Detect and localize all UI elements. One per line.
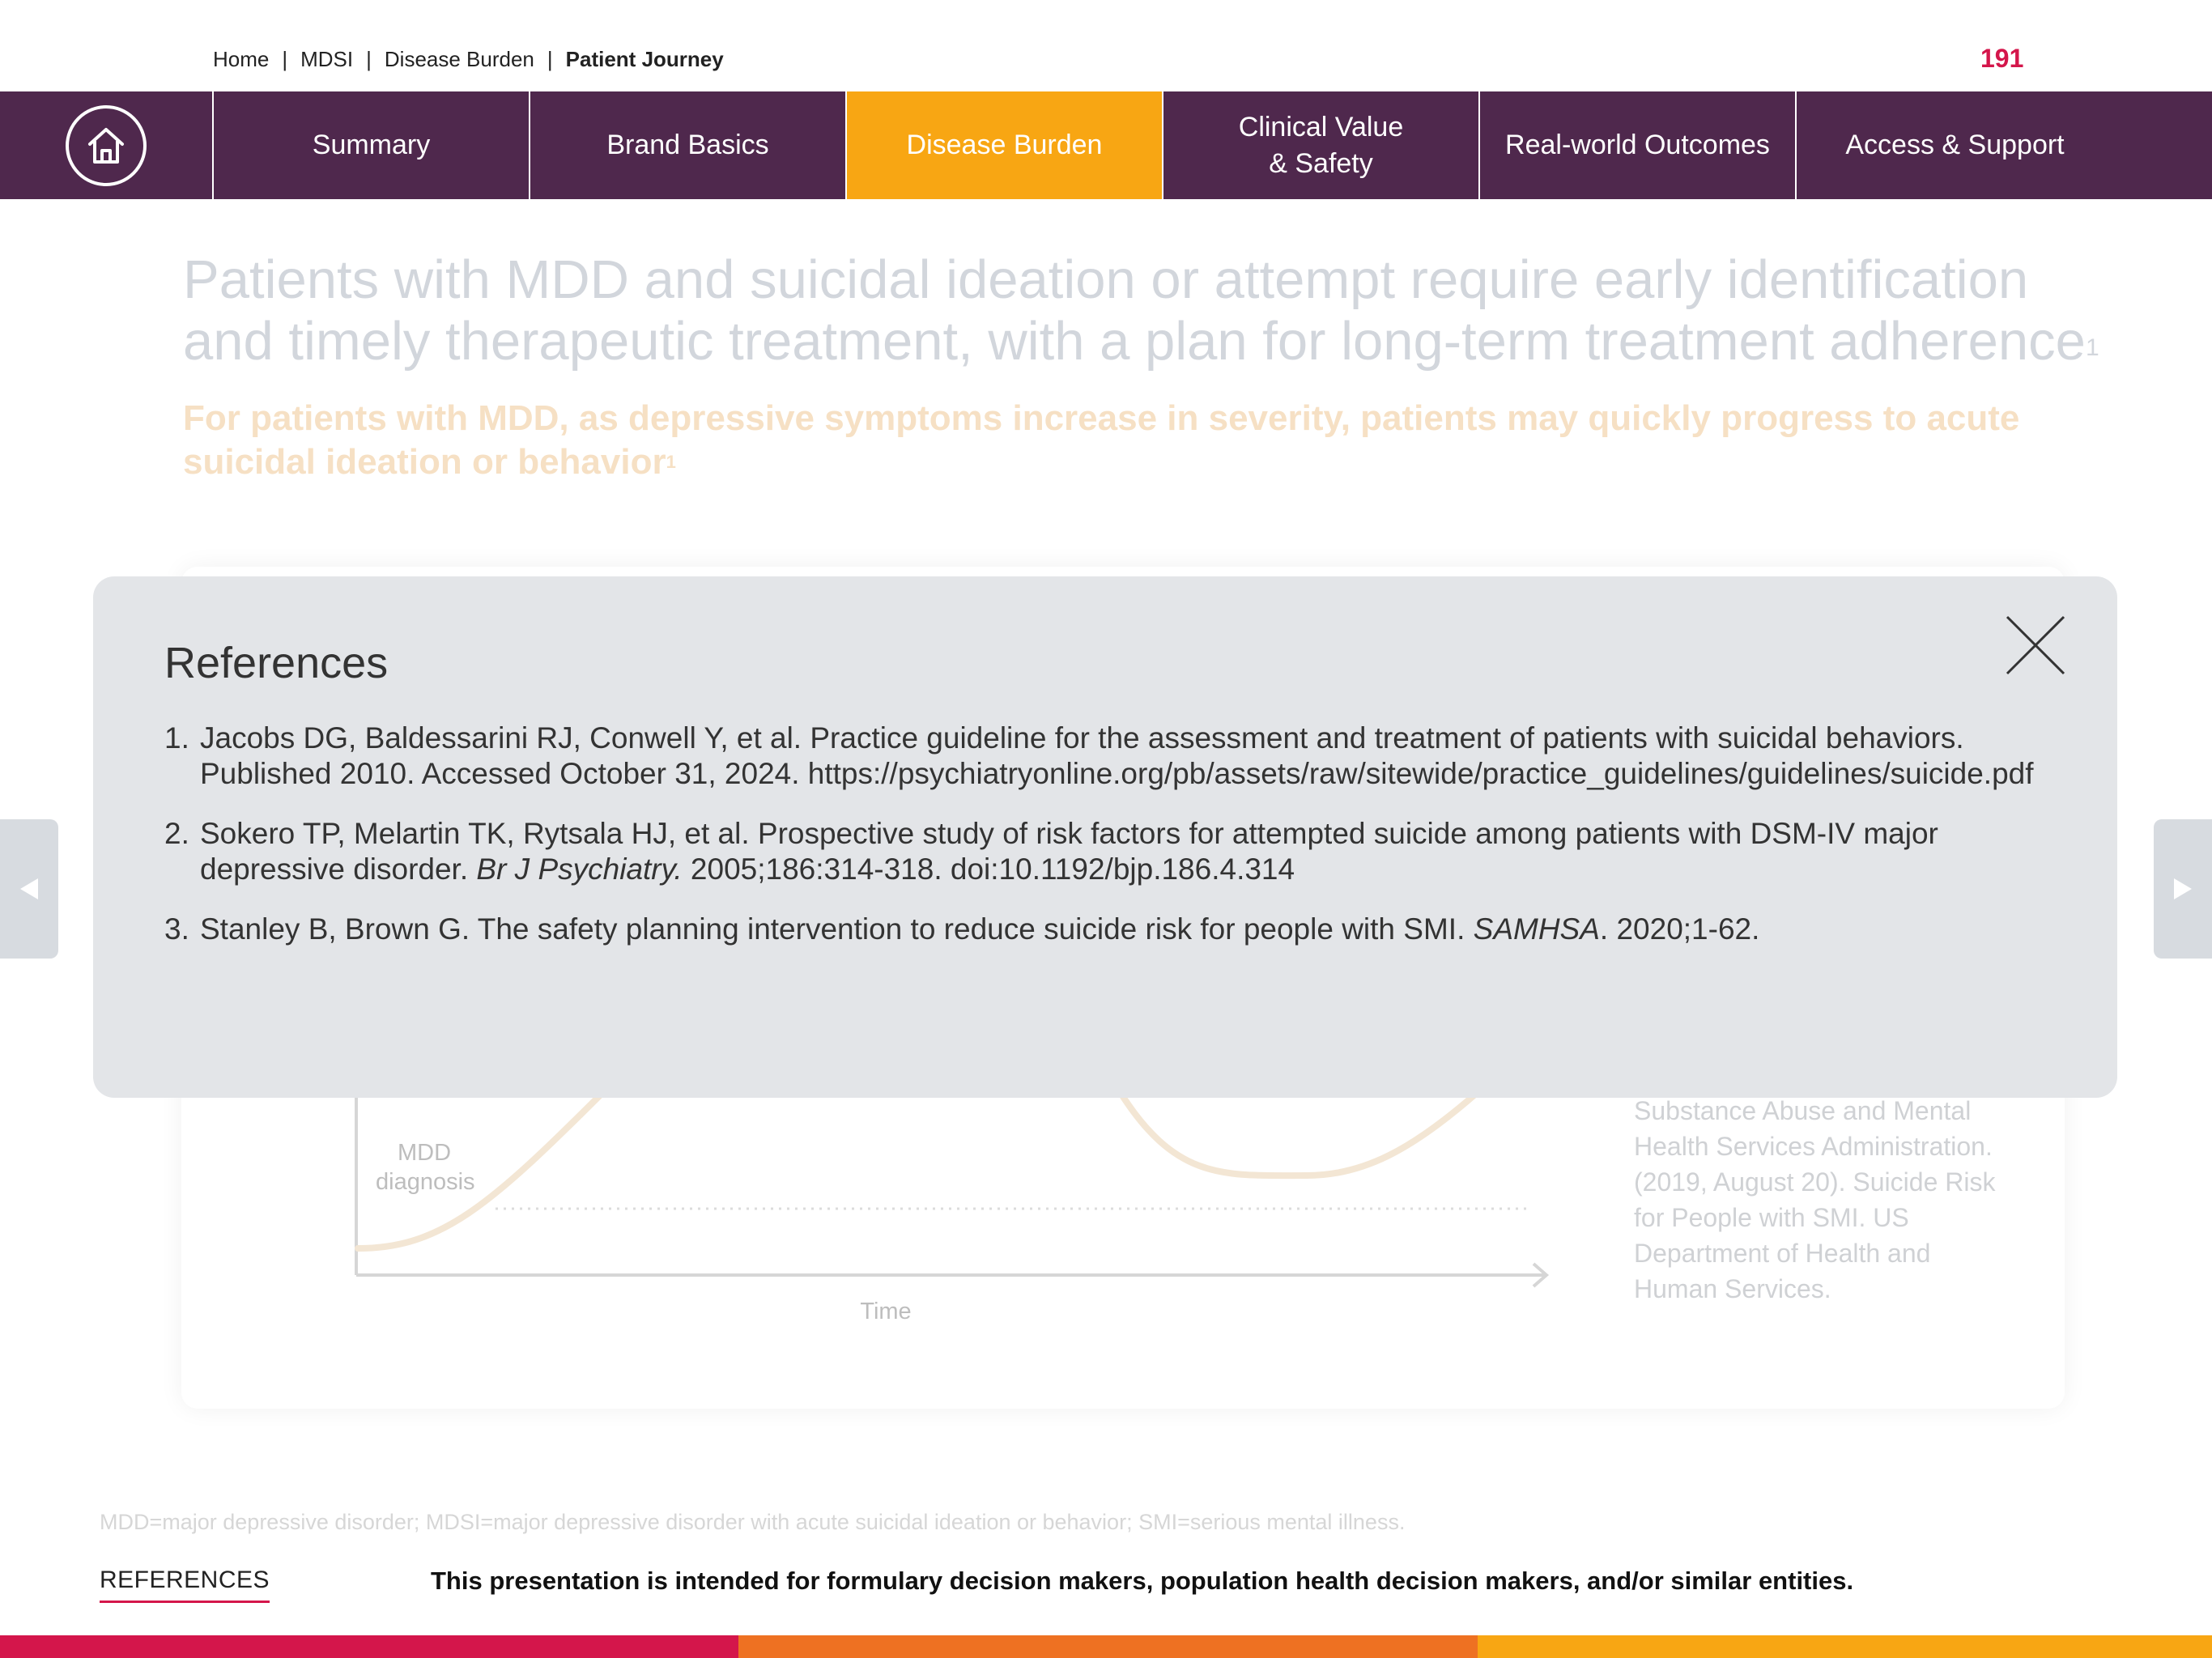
tab-label: Clinical Value & Safety bbox=[1239, 109, 1403, 181]
reference-item: 1. Jacobs DG, Baldessarini RJ, Conwell Y… bbox=[164, 721, 2051, 792]
reference-item: 2. Sokero TP, Melartin TK, Rytsala HJ, e… bbox=[164, 816, 2051, 887]
tab-clinical-value-safety[interactable]: Clinical Value & Safety bbox=[1163, 91, 1480, 199]
references-link[interactable]: REFERENCES bbox=[100, 1567, 270, 1603]
tab-disease-burden[interactable]: Disease Burden bbox=[847, 91, 1163, 199]
tab-label: Access & Support bbox=[1845, 130, 2065, 161]
abbreviations-footnote: MDD=major depressive disorder; MDSI=majo… bbox=[100, 1510, 1406, 1534]
reference-list: 1. Jacobs DG, Baldessarini RJ, Conwell Y… bbox=[164, 721, 2051, 971]
reference-text: Sokero TP, Melartin TK, Rytsala HJ, et a… bbox=[200, 816, 2051, 887]
tab-label-line1: Clinical Value bbox=[1238, 112, 1404, 143]
main-nav: Summary Brand Basics Disease Burden Clin… bbox=[0, 91, 2212, 199]
close-icon bbox=[2006, 615, 2065, 675]
journey-curve-right bbox=[1117, 1090, 1480, 1180]
color-bar-orange bbox=[738, 1635, 1478, 1658]
breadcrumb-disease-burden[interactable]: Disease Burden bbox=[385, 47, 534, 72]
reference-text-after: 2005;186:314-318. doi:10.1192/bjp.186.4.… bbox=[682, 852, 1295, 886]
tab-label: Brand Basics bbox=[606, 130, 769, 161]
chart-source-text: Substance Abuse and Mental Health Servic… bbox=[1634, 1096, 1996, 1303]
tab-label-line2: & Safety bbox=[1269, 147, 1373, 179]
close-button[interactable] bbox=[2004, 614, 2067, 677]
brand-color-bar bbox=[0, 1635, 2212, 1658]
reference-text: Stanley B, Brown G. The safety planning … bbox=[200, 912, 2051, 947]
reference-text-before: Stanley B, Brown G. The safety planning … bbox=[200, 912, 1474, 946]
reference-number: 3. bbox=[164, 912, 189, 946]
mdd-label-line2: diagnosis bbox=[376, 1169, 475, 1195]
color-bar-red bbox=[0, 1635, 738, 1658]
mdd-label-line1: MDD bbox=[397, 1140, 452, 1166]
tab-label: Disease Burden bbox=[906, 130, 1103, 161]
breadcrumb-home[interactable]: Home bbox=[213, 47, 269, 72]
page-number: 191 bbox=[1980, 44, 2024, 73]
home-icon bbox=[66, 104, 147, 186]
tab-label: Real-world Outcomes bbox=[1505, 130, 1770, 161]
x-axis-label: Time bbox=[860, 1299, 912, 1324]
breadcrumb-separator: | bbox=[282, 47, 288, 71]
breadcrumb-separator: | bbox=[547, 47, 553, 71]
subhead-superscript: 1 bbox=[666, 452, 676, 472]
tab-summary[interactable]: Summary bbox=[214, 91, 530, 199]
breadcrumb-separator: | bbox=[366, 47, 372, 71]
next-page-button[interactable] bbox=[2154, 819, 2212, 959]
page-subheadline: For patients with MDD, as depressive sym… bbox=[183, 397, 2086, 484]
reference-journal: Br J Psychiatry. bbox=[476, 852, 683, 886]
audience-disclaimer: This presentation is intended for formul… bbox=[431, 1567, 1854, 1595]
reference-number: 2. bbox=[164, 817, 189, 850]
previous-page-button[interactable] bbox=[0, 819, 58, 959]
references-modal: References 1. Jacobs DG, Baldessarini RJ… bbox=[93, 576, 2117, 1098]
color-bar-yellow bbox=[1478, 1635, 2212, 1658]
reference-text: Jacobs DG, Baldessarini RJ, Conwell Y, e… bbox=[200, 721, 2034, 790]
reference-text-after: . 2020;1-62. bbox=[1599, 912, 1760, 946]
breadcrumb: Home | MDSI | Disease Burden | Patient J… bbox=[213, 47, 724, 72]
tab-label: Summary bbox=[312, 130, 431, 161]
chevron-left-icon bbox=[20, 878, 38, 899]
reference-item: 3. Stanley B, Brown G. The safety planni… bbox=[164, 912, 2051, 947]
reference-number: 1. bbox=[164, 721, 189, 755]
breadcrumb-mdsi[interactable]: MDSI bbox=[300, 47, 353, 72]
reference-journal: SAMHSA bbox=[1473, 912, 1600, 946]
headline-superscript: 1 bbox=[2085, 334, 2099, 361]
tab-real-world-outcomes[interactable]: Real-world Outcomes bbox=[1480, 91, 1797, 199]
tab-brand-basics[interactable]: Brand Basics bbox=[530, 91, 847, 199]
subhead-text: For patients with MDD, as depressive sym… bbox=[183, 398, 2020, 482]
tab-access-support[interactable]: Access & Support bbox=[1797, 91, 2113, 199]
chevron-right-icon bbox=[2174, 878, 2192, 899]
breadcrumb-current: Patient Journey bbox=[565, 47, 724, 71]
headline-text: Patients with MDD and suicidal ideation … bbox=[183, 249, 2086, 372]
home-button[interactable] bbox=[0, 91, 214, 199]
page-headline: Patients with MDD and suicidal ideation … bbox=[183, 249, 2110, 372]
modal-title: References bbox=[164, 639, 389, 687]
mdd-diagnosis-label: MDD diagnosis bbox=[376, 1138, 475, 1197]
